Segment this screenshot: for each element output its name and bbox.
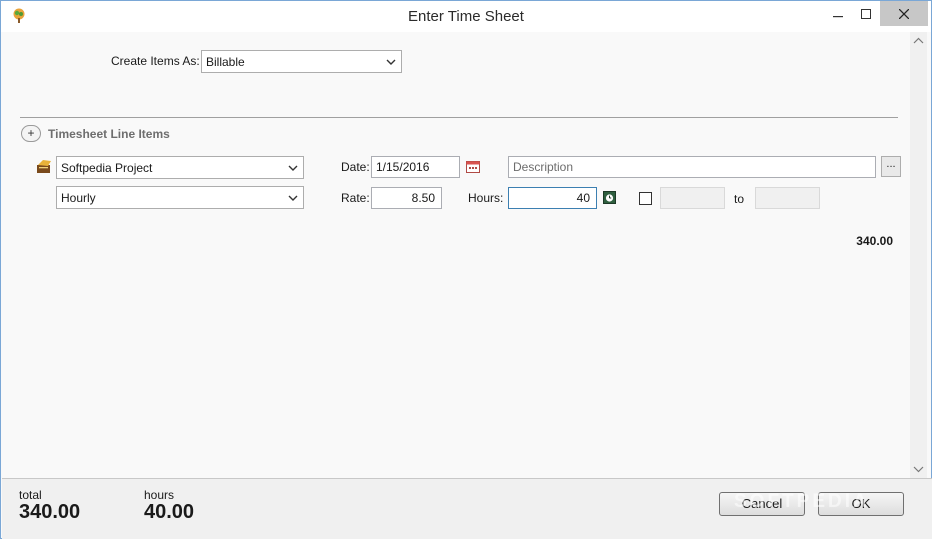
project-value: Softpedia Project — [61, 161, 153, 175]
scroll-down-icon[interactable] — [913, 464, 924, 474]
rate-input[interactable] — [371, 187, 442, 209]
scroll-up-icon[interactable] — [913, 36, 924, 46]
stopwatch-icon[interactable] — [603, 191, 616, 204]
chevron-down-icon — [386, 59, 396, 65]
chevron-down-icon — [288, 195, 298, 201]
title-bar: Enter Time Sheet — [1, 1, 931, 32]
form-area — [9, 32, 910, 478]
create-items-label: Create Items As: — [111, 54, 200, 68]
project-folder-icon — [36, 158, 53, 175]
minimize-button[interactable] — [824, 1, 852, 26]
close-button[interactable] — [880, 1, 928, 26]
hours-input[interactable] — [508, 187, 597, 209]
chevron-down-icon — [288, 165, 298, 171]
cancel-button[interactable]: Cancel — [719, 492, 805, 516]
add-line-item-button[interactable]: + — [21, 125, 41, 142]
close-icon — [899, 8, 909, 19]
create-items-select[interactable]: Billable — [201, 50, 402, 73]
create-items-value: Billable — [206, 55, 245, 69]
date-label: Date: — [341, 160, 370, 174]
rate-type-value: Hourly — [61, 191, 96, 205]
to-label: to — [734, 192, 745, 206]
end-time-input[interactable] — [755, 187, 820, 209]
section-title: Timesheet Line Items — [48, 127, 170, 141]
rate-type-select[interactable]: Hourly — [56, 186, 304, 209]
description-input[interactable] — [508, 156, 876, 178]
minimize-icon — [833, 15, 843, 17]
project-select[interactable]: Softpedia Project — [56, 156, 304, 179]
window-title: Enter Time Sheet — [408, 8, 524, 25]
hours-label: Hours: — [468, 191, 504, 205]
rate-label: Rate: — [341, 191, 370, 205]
line-item-total: 340.00 — [856, 234, 893, 248]
hours-caption: hours — [144, 488, 175, 502]
total-value: 340.00 — [19, 501, 81, 523]
time-sheet-window: Enter Time Sheet Create Items As: Billab… — [0, 0, 932, 539]
description-browse-button[interactable]: ... — [881, 156, 901, 177]
section-divider — [20, 117, 898, 118]
maximize-button[interactable] — [852, 1, 880, 26]
total-caption: total — [19, 488, 42, 502]
date-input[interactable] — [371, 156, 460, 178]
start-time-input[interactable] — [660, 187, 725, 209]
ok-button[interactable]: OK — [818, 492, 904, 516]
hours-total-value: 40.00 — [144, 501, 195, 523]
time-range-checkbox[interactable] — [639, 192, 652, 205]
calendar-icon[interactable] — [466, 160, 480, 173]
maximize-icon — [861, 8, 871, 19]
vertical-scrollbar[interactable] — [910, 32, 927, 478]
